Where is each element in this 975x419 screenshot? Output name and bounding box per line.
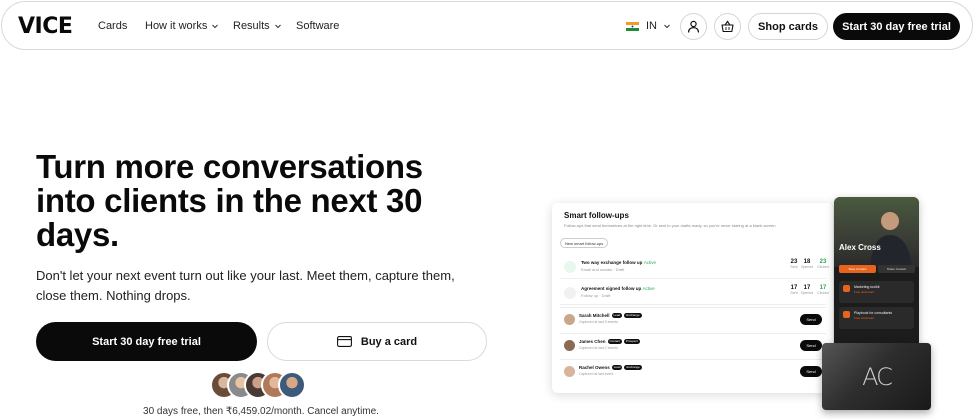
followup-row[interactable]: Two way exchange follow up Active Email …	[560, 256, 829, 279]
account-button[interactable]	[680, 13, 707, 40]
top-navbar: VICE Cards How it works Results Software…	[1, 1, 973, 50]
stat: 23 Clicked	[817, 259, 829, 269]
contact-desc: Captured at last event	[579, 372, 614, 376]
status-badge: Active	[643, 260, 656, 265]
profile-photo	[834, 197, 919, 267]
contact-row[interactable]: Rachel Owens Lead Exchange Captured at l…	[560, 359, 826, 383]
nav-link-label: Software	[296, 20, 340, 32]
card-monogram: AC	[862, 362, 893, 391]
profile-name: Alex Cross	[839, 243, 881, 252]
credit-card-icon	[336, 336, 352, 347]
contact-row[interactable]: Sarah Mitchell Lead Exchange Captured at…	[560, 307, 826, 331]
resource-title: Marketing toolkit	[854, 285, 880, 289]
buy-card-button[interactable]: Buy a card	[267, 322, 487, 361]
new-followup-button[interactable]: New smart follow-ups	[560, 238, 609, 248]
nav-link-software[interactable]: Software	[296, 20, 339, 32]
contact-name: Rachel Owens Lead Exchange	[579, 365, 642, 370]
nav-link-cards[interactable]: Cards	[98, 20, 127, 32]
buy-card-label: Buy a card	[360, 335, 418, 348]
document-icon	[843, 311, 850, 318]
contact-desc: Captured at last 2 events	[579, 346, 618, 350]
nav-link-label: Results	[233, 20, 270, 32]
nav-link-how-it-works[interactable]: How it works	[145, 20, 219, 32]
panel-subtitle: Follow-ups that send themselves at the r…	[564, 223, 777, 228]
send-button[interactable]: Send	[800, 314, 822, 325]
stat: 17 Sent	[790, 285, 798, 295]
followup-meta: Email and socials · Draft	[581, 267, 625, 272]
pricing-note: 30 days free, then ₹6,459.02/month. Canc…	[143, 406, 379, 417]
chevron-down-icon	[212, 24, 219, 29]
smart-followups-panel: Smart follow-ups Follow-ups that send th…	[552, 203, 833, 393]
shop-cards-button[interactable]: Shop cards	[748, 13, 828, 40]
country-selector[interactable]: IN	[646, 20, 671, 32]
followup-row[interactable]: Agreement signed follow up Active Follow…	[560, 282, 829, 305]
cart-button[interactable]	[714, 13, 741, 40]
exchange-icon	[564, 261, 576, 273]
avatar	[564, 314, 575, 325]
india-flag-icon	[626, 22, 639, 31]
tag: Lead	[611, 313, 623, 318]
stat: 18 Opened	[800, 259, 814, 269]
followup-meta: Follow up · Draft	[581, 293, 611, 298]
avatar	[564, 366, 575, 377]
resource-title: Playbook for consultants	[854, 311, 893, 315]
nav-start-trial-button[interactable]: Start 30 day free trial	[833, 13, 960, 40]
stat: 17 Opened	[800, 285, 814, 295]
customer-avatars	[210, 371, 320, 400]
tag: Exchange	[624, 365, 642, 370]
contact-row[interactable]: James Chen Contact Prospect Captured at …	[560, 333, 826, 357]
send-icon	[564, 287, 576, 299]
profile-phone-mockup: Alex Cross Save Contact Share Contact Ma…	[834, 197, 919, 359]
stat: 17 Clicked	[817, 285, 829, 295]
user-icon	[687, 20, 700, 33]
resource-sub: Free download	[854, 316, 874, 320]
nav-link-results[interactable]: Results	[233, 20, 282, 32]
nav-link-label: How it works	[145, 20, 208, 32]
tag: Exchange	[624, 313, 642, 318]
document-icon	[843, 285, 850, 292]
hero-headline: Turn more conversations into clients in …	[36, 148, 423, 253]
contact-desc: Captured at last 3 events	[579, 320, 618, 324]
hero-subtext: Don't let your next event turn out like …	[36, 268, 455, 303]
hero-start-trial-button[interactable]: Start 30 day free trial	[36, 322, 257, 361]
nfc-business-card: AC	[822, 343, 931, 410]
followup-name: Agreement signed follow up Active	[581, 286, 655, 291]
basket-icon	[721, 20, 734, 33]
person-silhouette	[870, 212, 912, 267]
avatar	[278, 371, 306, 399]
nav-link-label: Cards	[98, 20, 128, 32]
avatar	[564, 340, 575, 351]
save-contact-button[interactable]: Save Contact	[839, 265, 876, 273]
resource-item[interactable]: Marketing toolkit Free download	[839, 281, 914, 303]
tag: Prospect	[623, 339, 640, 344]
followup-name: Two way exchange follow up Active	[581, 260, 656, 265]
status-badge: Active	[642, 286, 655, 291]
panel-title: Smart follow-ups	[564, 211, 629, 220]
share-contact-button[interactable]: Share Contact	[878, 265, 915, 273]
chevron-down-icon	[664, 24, 670, 29]
vice-logo[interactable]: VICE	[18, 14, 73, 39]
contact-name: James Chen Contact Prospect	[579, 339, 640, 344]
resource-sub: Free download	[854, 290, 874, 294]
tag: Contact	[607, 339, 622, 344]
resource-item[interactable]: Playbook for consultants Free download	[839, 307, 914, 329]
tag: Lead	[611, 365, 623, 370]
stat: 23 Sent	[790, 259, 798, 269]
country-code: IN	[646, 20, 657, 32]
chevron-down-icon	[274, 24, 281, 29]
send-button[interactable]: Send	[800, 366, 822, 377]
contact-name: Sarah Mitchell Lead Exchange	[579, 313, 642, 318]
send-button[interactable]: Send	[800, 340, 822, 351]
